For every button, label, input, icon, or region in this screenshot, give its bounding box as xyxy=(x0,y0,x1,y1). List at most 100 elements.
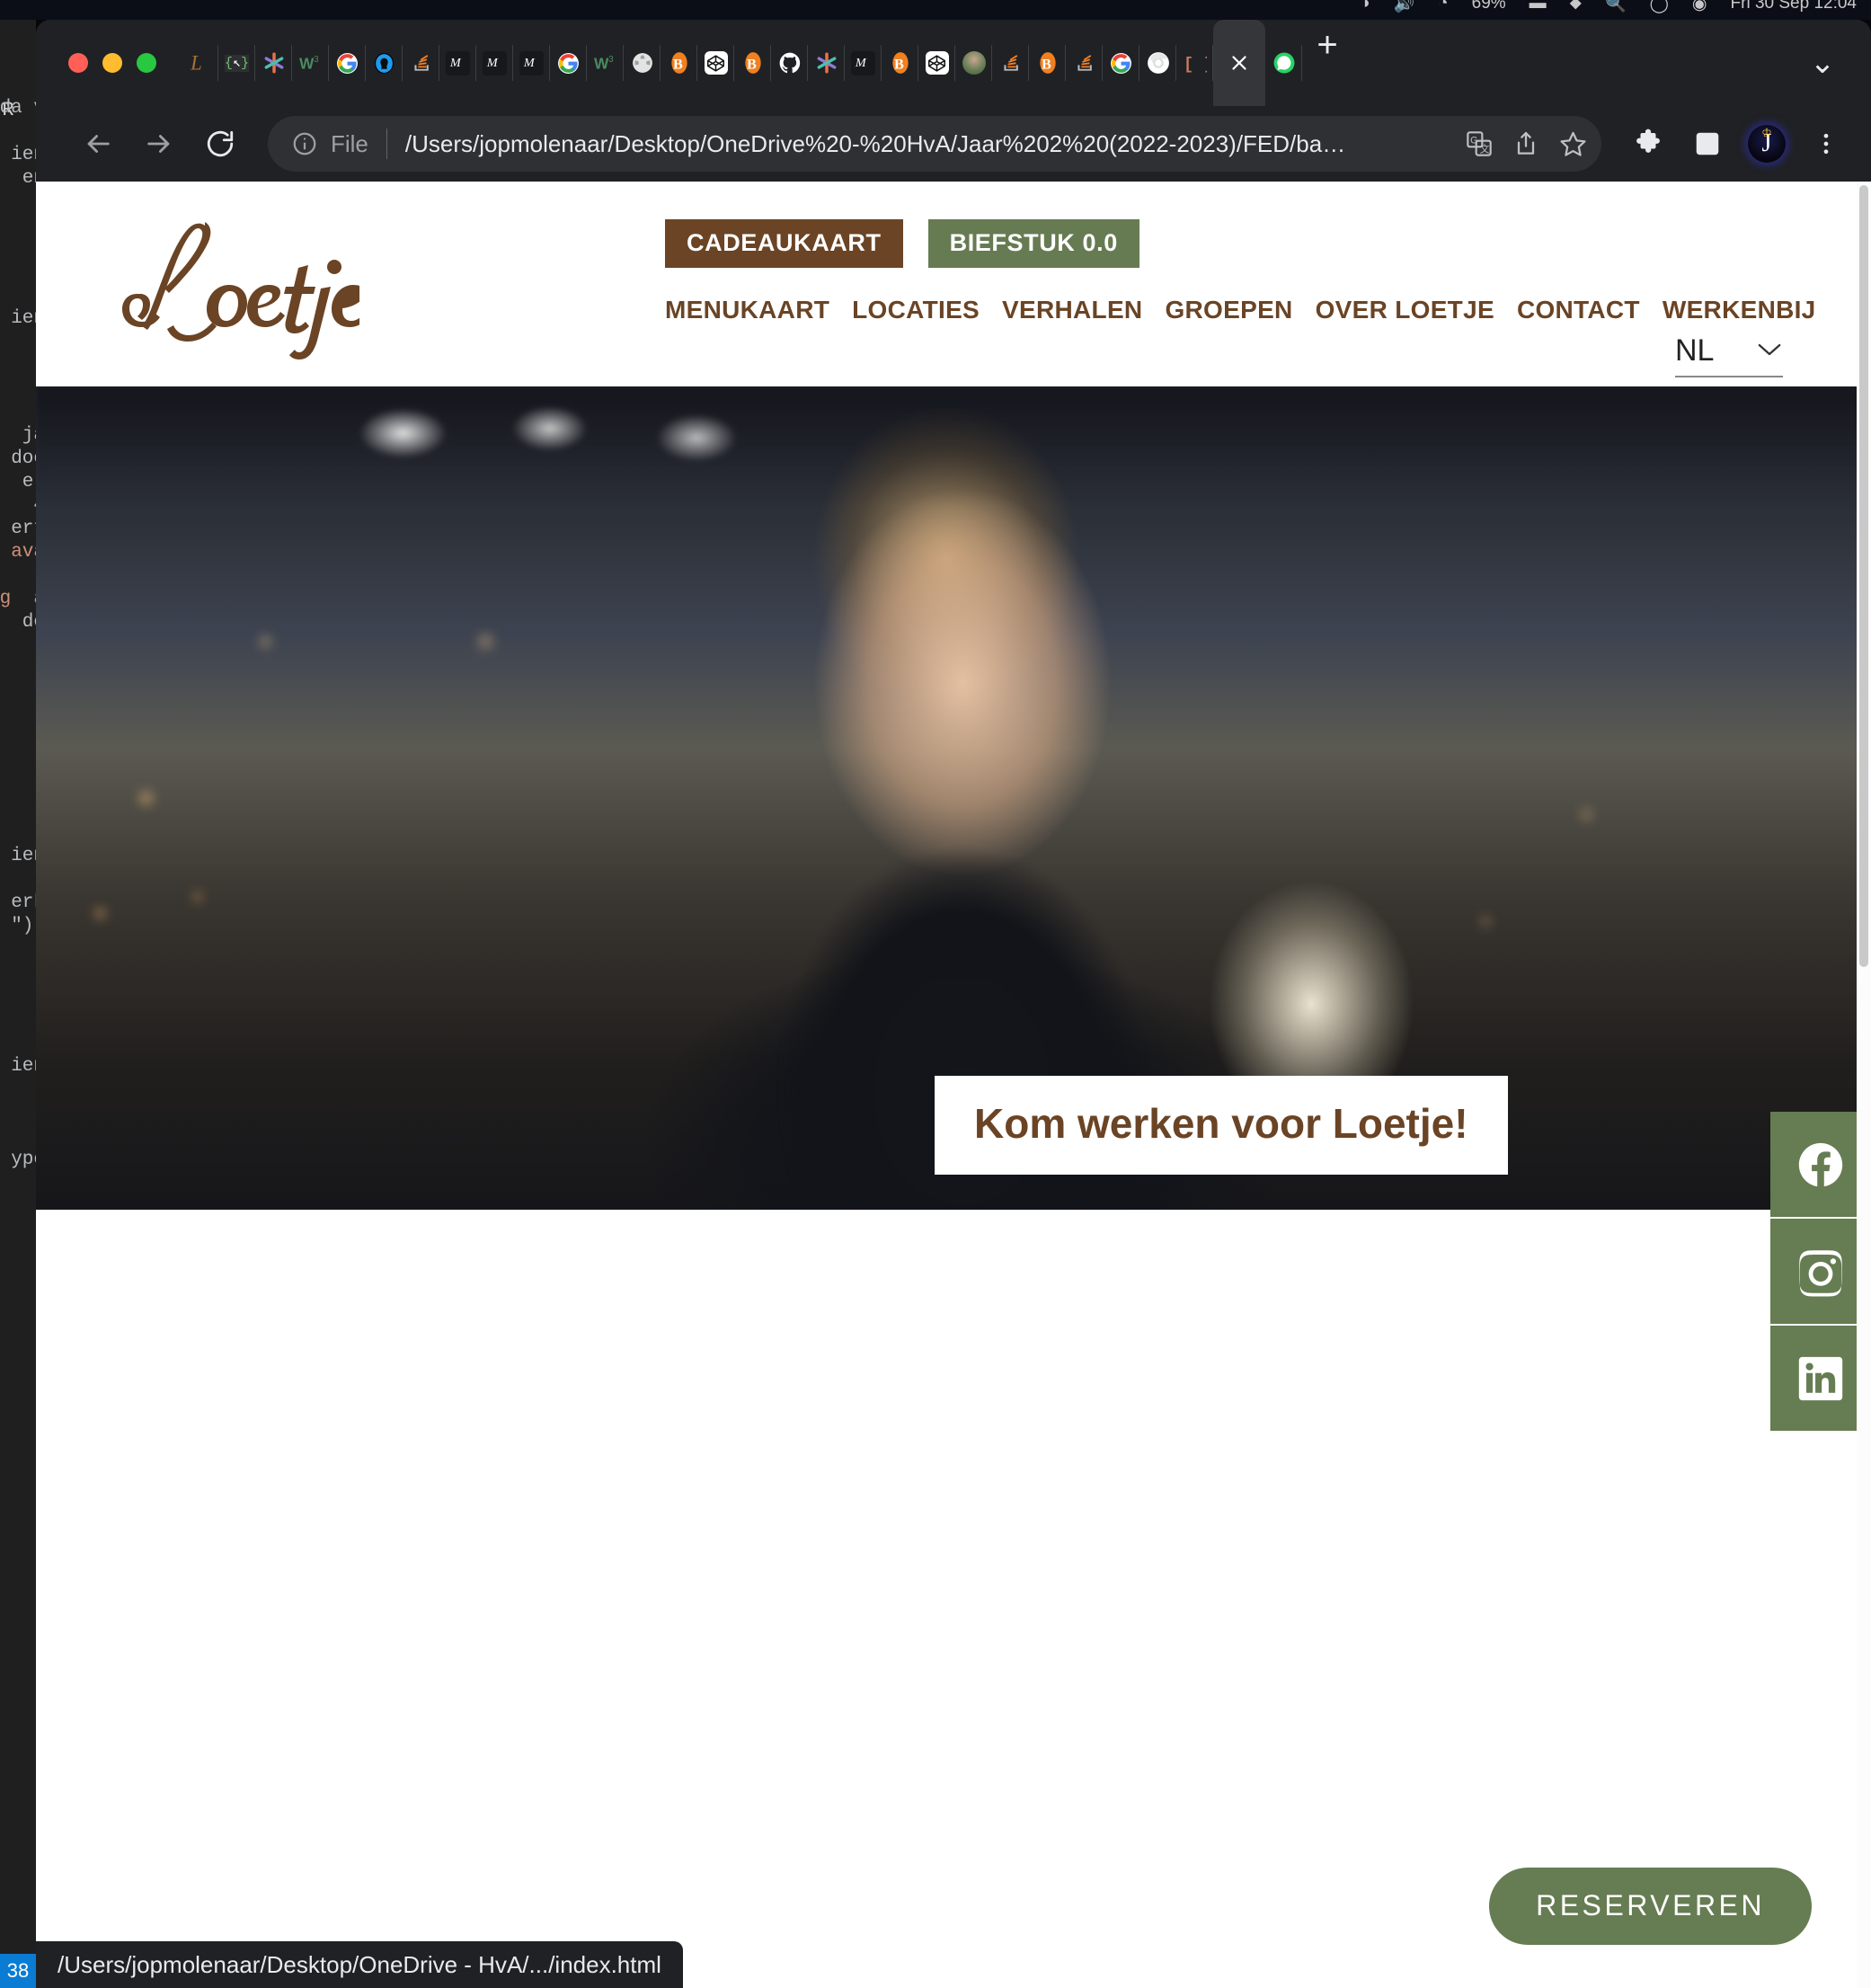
browser-tab-openai-avatar-5[interactable] xyxy=(366,20,403,106)
menubar-controlcenter-icon[interactable]: ◯ xyxy=(1650,0,1669,14)
menubar-bluetooth-icon[interactable]: ⬥ xyxy=(1570,0,1582,13)
browser-tab-loetje-script-l-0[interactable]: L xyxy=(182,20,218,106)
stackoverflow-icon xyxy=(409,51,433,75)
profile-photo-icon xyxy=(962,51,986,75)
codepen-icon xyxy=(704,51,728,75)
address-bar[interactable]: File /Users/jopmolenaar/Desktop/OneDrive… xyxy=(268,116,1601,172)
page-scrollbar[interactable] xyxy=(1857,182,1871,1988)
menubar-display-icon[interactable]: ◑ xyxy=(1360,0,1370,13)
browser-tab-code-cursor-braces-1[interactable]: {↖} xyxy=(218,20,255,106)
bookmark-star-icon[interactable] xyxy=(1549,120,1596,167)
forward-button[interactable] xyxy=(133,118,185,170)
loetje-logo[interactable] xyxy=(90,207,359,359)
new-tab-button[interactable]: + xyxy=(1302,20,1352,70)
menubar-siri-icon[interactable]: ◉ xyxy=(1692,0,1707,14)
menubar-volume-icon[interactable]: 🔊 xyxy=(1393,0,1414,14)
url-scheme-label: File xyxy=(331,129,368,157)
nav-item-menukaart[interactable]: MENUKAART xyxy=(665,296,829,324)
translate-icon[interactable]: G 文 xyxy=(1456,120,1503,167)
browser-tab-globe-grey-12[interactable] xyxy=(624,20,661,106)
nav-item-groepen[interactable]: GROEPEN xyxy=(1165,296,1292,324)
nav-item-werkenbij[interactable]: WERKENBIJ xyxy=(1663,296,1816,324)
browser-tab-w3schools-11[interactable]: W3 xyxy=(587,20,624,106)
side-panel-icon[interactable] xyxy=(1682,119,1733,169)
browser-tab-medium-8[interactable]: M xyxy=(476,20,513,106)
browser-tab-whatsapp-29[interactable] xyxy=(1265,20,1302,106)
link-status-bubble: /Users/jopmolenaar/Desktop/OneDrive - Hv… xyxy=(36,1941,683,1988)
browser-tab-figma-asterisk-17[interactable] xyxy=(808,20,845,106)
svg-text:M: M xyxy=(523,56,536,70)
menubar-focus-icon[interactable]: ◔ xyxy=(1438,0,1448,13)
browser-tab-medium-9[interactable]: M xyxy=(513,20,550,106)
browser-tab-stackoverflow-24[interactable] xyxy=(1066,20,1103,106)
zoom-window-button[interactable] xyxy=(137,53,156,73)
close-window-button[interactable] xyxy=(68,53,88,73)
browser-tab-profile-photo-21[interactable] xyxy=(955,20,992,106)
browser-tab-codepen-14[interactable] xyxy=(697,20,734,106)
browser-tab-google-4[interactable] xyxy=(329,20,366,106)
loetje-script-l-icon: L xyxy=(188,51,212,75)
browser-tab-bol-orange-15[interactable]: B xyxy=(734,20,771,106)
window-traffic-lights[interactable] xyxy=(68,53,156,73)
language-selector[interactable]: NL xyxy=(1675,333,1783,377)
cadeaukaart-button[interactable]: CADEAUKAART xyxy=(665,219,903,268)
editor-code-lines: da v ien en ien ja doe el 4 ert ava g a … xyxy=(0,98,36,1170)
svg-text:B: B xyxy=(893,57,903,73)
browser-tab-bol-orange-13[interactable]: B xyxy=(661,20,697,106)
svg-text:G: G xyxy=(1470,135,1477,146)
browser-tab-stackoverflow-6[interactable] xyxy=(403,20,439,106)
stackoverflow-icon xyxy=(1072,51,1096,75)
site-info-icon[interactable] xyxy=(291,130,318,157)
nav-item-over-loetje[interactable]: OVER LOETJE xyxy=(1316,296,1494,324)
site-header: CADEAUKAART BIEFSTUK 0.0 MENUKAART LOCAT… xyxy=(36,182,1871,386)
svg-text:文: 文 xyxy=(1480,143,1490,155)
nav-item-contact[interactable]: CONTACT xyxy=(1517,296,1640,324)
browser-tab-close-x-28[interactable] xyxy=(1213,20,1265,106)
background-code-editor[interactable]: ) R da v ien en ien ja doe el 4 ert ava … xyxy=(0,20,36,1988)
github-icon xyxy=(777,51,802,75)
whatsapp-icon xyxy=(1272,51,1296,75)
brackets-icon: [ ] xyxy=(1183,51,1207,75)
bol-orange-icon: B xyxy=(740,51,765,75)
page-scrollbar-thumb[interactable] xyxy=(1859,185,1868,967)
browser-tab-figma-asterisk-2[interactable] xyxy=(255,20,292,106)
back-button[interactable] xyxy=(72,118,124,170)
profile-avatar[interactable]: ♔ J xyxy=(1742,119,1792,169)
bol-orange-icon: B xyxy=(667,51,691,75)
share-icon[interactable] xyxy=(1503,120,1549,167)
figma-asterisk-icon xyxy=(262,51,286,75)
chrome-icon xyxy=(1146,51,1170,75)
browser-tab-bol-orange-23[interactable]: B xyxy=(1029,20,1066,106)
browser-tab-bol-orange-19[interactable]: B xyxy=(882,20,918,106)
browser-tab-stackoverflow-22[interactable] xyxy=(992,20,1029,106)
browser-tab-w3schools-3[interactable]: W3 xyxy=(292,20,329,106)
stackoverflow-icon xyxy=(998,51,1023,75)
browser-tab-codepen-20[interactable] xyxy=(918,20,955,106)
medium-icon: M xyxy=(519,50,544,75)
bol-orange-icon: B xyxy=(888,51,912,75)
browser-tab-google-25[interactable] xyxy=(1103,20,1139,106)
menubar-battery-icon[interactable]: ▬ xyxy=(1530,0,1547,13)
browser-tab-medium-18[interactable]: M xyxy=(845,20,882,106)
extensions-icon[interactable] xyxy=(1623,119,1673,169)
tab-list: L{↖}W3MMMW3BBMBB[ ]+ xyxy=(182,20,1352,106)
browser-tab-chrome-26[interactable] xyxy=(1139,20,1176,106)
reload-button[interactable] xyxy=(194,118,246,170)
svg-text:M: M xyxy=(486,56,499,70)
menubar-clock[interactable]: Fri 30 Sep 12:04 xyxy=(1731,0,1857,13)
svg-text:B: B xyxy=(1041,57,1051,73)
minimize-window-button[interactable] xyxy=(102,53,122,73)
reserveren-button[interactable]: RESERVEREN xyxy=(1489,1868,1812,1945)
more-menu-icon[interactable] xyxy=(1801,119,1851,169)
tab-search-button[interactable]: ⌄ xyxy=(1797,38,1848,88)
browser-tab-google-10[interactable] xyxy=(550,20,587,106)
menubar-search-icon[interactable]: 🔍 xyxy=(1605,0,1627,14)
figma-asterisk-icon xyxy=(814,51,838,75)
nav-item-verhalen[interactable]: VERHALEN xyxy=(1002,296,1142,324)
biefstuk-button[interactable]: BIEFSTUK 0.0 xyxy=(927,219,1139,268)
browser-tab-medium-7[interactable]: M xyxy=(439,20,476,106)
browser-tab-github-16[interactable] xyxy=(771,20,808,106)
browser-tab-brackets-27[interactable]: [ ] xyxy=(1176,20,1213,106)
nav-item-locaties[interactable]: LOCATIES xyxy=(852,296,980,324)
url-text[interactable]: /Users/jopmolenaar/Desktop/OneDrive%20-%… xyxy=(405,130,1456,158)
